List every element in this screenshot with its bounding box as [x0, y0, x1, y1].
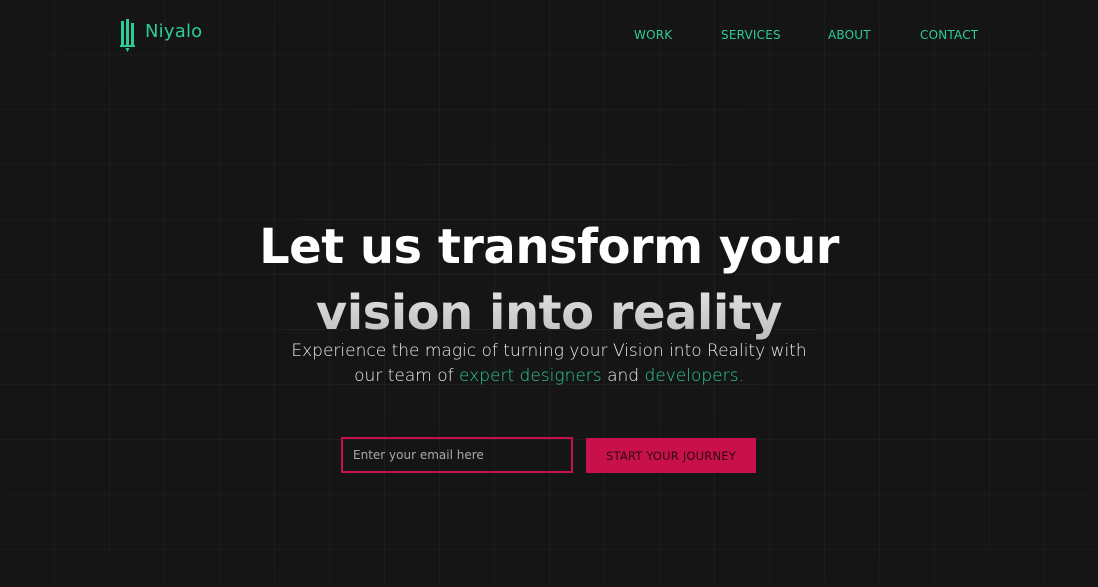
- nav-item-contact[interactable]: CONTACT: [920, 28, 978, 42]
- subtitle-text-1: Experience the magic of turning your Vis…: [291, 341, 807, 361]
- brand-name: Niyalo: [145, 21, 203, 42]
- subtitle-accent-developers: developers.: [644, 366, 744, 386]
- pencil-bars-logo-icon: [120, 19, 135, 52]
- nav-item-work[interactable]: WORK: [634, 28, 672, 42]
- headline-line-1: Let us transform your: [259, 219, 839, 276]
- hero-subtitle: Experience the magic of turning your Vis…: [0, 339, 1098, 389]
- start-journey-button[interactable]: START YOUR JOURNEY: [586, 438, 756, 473]
- hero-headline: Let us transform your vision into realit…: [0, 214, 1098, 346]
- subtitle-accent-designers: expert designers: [459, 366, 602, 386]
- subtitle-text-3: and: [607, 366, 640, 386]
- nav-item-about[interactable]: ABOUT: [828, 28, 871, 42]
- nav-item-services[interactable]: SERVICES: [721, 28, 781, 42]
- headline-line-2: vision into reality: [0, 280, 1098, 346]
- subtitle-text-2: our team of: [354, 366, 454, 386]
- email-input[interactable]: [341, 437, 573, 473]
- brand-logo[interactable]: Niyalo: [119, 17, 202, 53]
